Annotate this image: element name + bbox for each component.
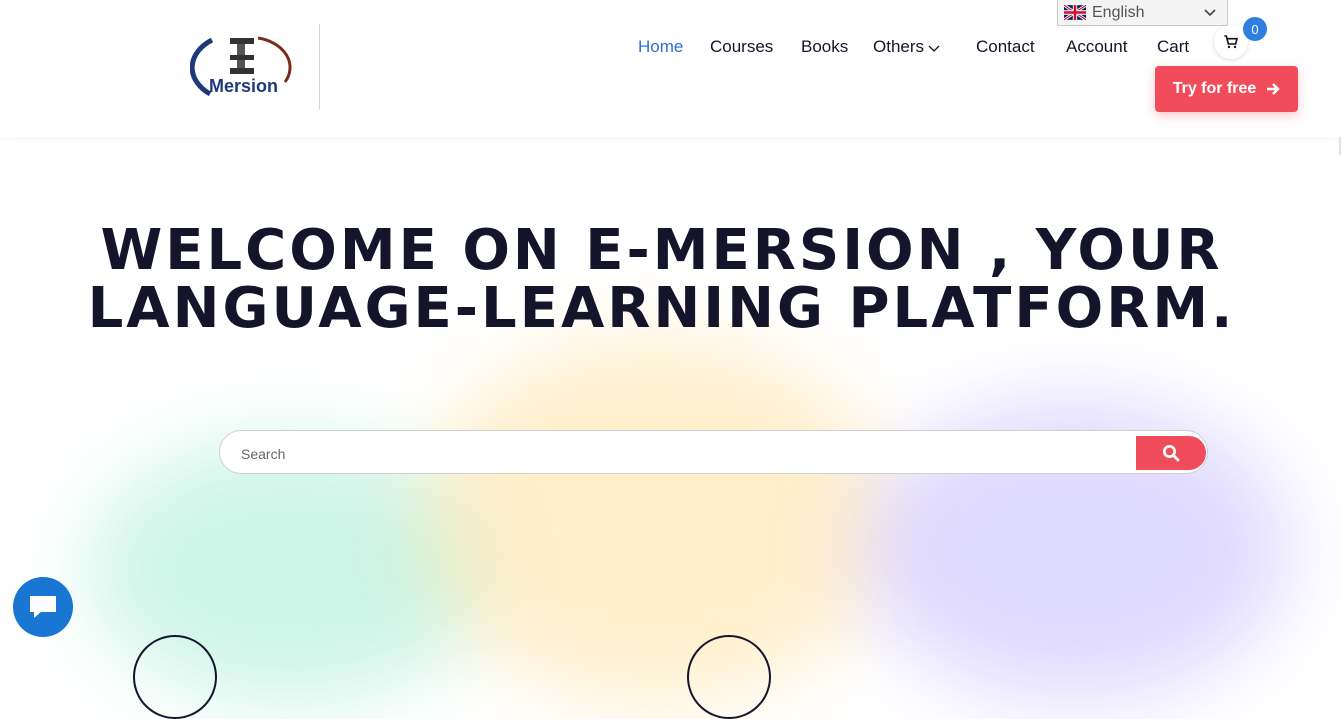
shopping-cart-icon (1224, 35, 1239, 49)
language-label: English (1092, 3, 1145, 21)
site-header: Mersion English Home Courses Books Other… (0, 0, 1341, 137)
site-logo[interactable]: Mersion (189, 30, 300, 102)
chevron-down-icon (928, 45, 940, 52)
hero-title: WELCOME ON E-MERSION , YOUR LANGUAGE-LEA… (0, 222, 1323, 338)
nav-others-label: Others (873, 37, 925, 56)
uk-flag-icon (1064, 5, 1086, 20)
search-button[interactable] (1136, 436, 1206, 470)
chat-bubble-icon (30, 596, 56, 618)
cart-count-badge: 0 (1243, 17, 1267, 41)
nav-account[interactable]: Account (1066, 37, 1127, 57)
nav-others[interactable]: Others (873, 37, 940, 57)
svg-text:Mersion: Mersion (209, 76, 278, 96)
chevron-down-icon (1204, 9, 1216, 17)
decorative-yellow-blob (420, 340, 890, 700)
feature-circle (687, 635, 771, 719)
search-input[interactable] (239, 442, 1123, 466)
try-for-free-button[interactable]: Try for free (1155, 66, 1298, 112)
nav-cart[interactable]: Cart (1157, 37, 1189, 57)
hero-title-line2: LANGUAGE-LEARNING PLATFORM. (87, 276, 1236, 341)
try-for-free-label: Try for free (1172, 80, 1257, 97)
logo-divider (319, 24, 320, 110)
nav-books[interactable]: Books (801, 37, 848, 57)
arrow-right-icon (1267, 83, 1280, 95)
search-bar (219, 430, 1208, 474)
chat-widget-button[interactable] (13, 577, 73, 637)
nav-home[interactable]: Home (638, 37, 683, 57)
hero-title-line1: WELCOME ON E-MERSION , YOUR (100, 218, 1223, 283)
nav-courses[interactable]: Courses (710, 37, 773, 57)
search-icon (1163, 445, 1180, 462)
language-selector[interactable]: English (1057, 0, 1228, 26)
nav-contact[interactable]: Contact (976, 37, 1035, 57)
feature-circle (133, 635, 217, 719)
